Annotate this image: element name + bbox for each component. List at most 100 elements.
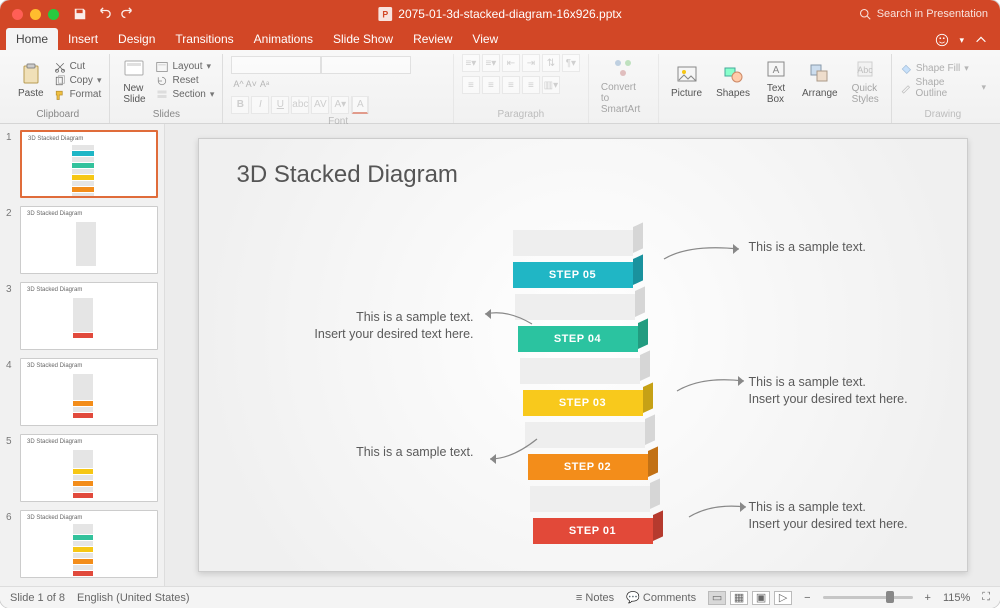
convert-smartart-button[interactable]: Convert to SmartArt — [597, 54, 650, 117]
thumbnail-4[interactable]: 4 3D Stacked Diagram — [6, 358, 158, 426]
normal-view-button[interactable]: ▭ — [708, 591, 726, 605]
ribbon: Paste Cut Copy▾ Format Clipboard New Sli… — [0, 50, 1000, 124]
undo-icon[interactable] — [97, 7, 111, 21]
section-button[interactable]: Section▾ — [156, 89, 214, 101]
quick-styles-button[interactable]: AbcQuick Styles — [848, 55, 883, 107]
smiley-icon[interactable] — [935, 33, 949, 47]
callout-step4[interactable]: This is a sample text. Insert your desir… — [254, 309, 474, 343]
dropdown-icon[interactable]: ▾ — [959, 35, 964, 46]
highlight-button[interactable]: A▾ — [331, 96, 349, 114]
strike-button[interactable]: abc — [291, 96, 309, 114]
group-label-clipboard: Clipboard — [14, 107, 101, 123]
dir-button[interactable]: ¶▾ — [562, 54, 580, 72]
tab-home[interactable]: Home — [6, 28, 58, 50]
textbox-button[interactable]: AText Box — [760, 55, 792, 107]
shapes-button[interactable]: Shapes — [712, 60, 754, 101]
italic-button[interactable]: I — [251, 96, 269, 114]
callout-step1[interactable]: This is a sample text. Insert your desir… — [749, 499, 949, 533]
step-5-block[interactable]: STEP 05 — [513, 262, 633, 288]
slide-title[interactable]: 3D Stacked Diagram — [237, 161, 458, 189]
zoom-slider[interactable] — [823, 596, 913, 599]
arrange-button[interactable]: Arrange — [798, 60, 842, 101]
indent-dec-button[interactable]: ⇤ — [502, 54, 520, 72]
font-family-input[interactable] — [231, 56, 321, 74]
tab-view[interactable]: View — [462, 28, 508, 50]
align-center-button[interactable]: ≡ — [482, 76, 500, 94]
font-color-button[interactable]: A — [351, 96, 369, 114]
minimize-button[interactable] — [30, 9, 41, 20]
zoom-out-button[interactable]: − — [804, 592, 810, 604]
bold-button[interactable]: B — [231, 96, 249, 114]
thumbnail-1[interactable]: 1 3D Stacked Diagram — [6, 130, 158, 198]
format-painter-button[interactable]: Format — [54, 89, 102, 101]
copy-button[interactable]: Copy▾ — [54, 75, 102, 87]
tab-slideshow[interactable]: Slide Show — [323, 28, 403, 50]
reset-button[interactable]: Reset — [156, 75, 214, 87]
zoom-level[interactable]: 115% — [943, 592, 970, 604]
comments-button[interactable]: 💬 Comments — [626, 591, 696, 604]
bullets-button[interactable]: ≡▾ — [462, 54, 480, 72]
font-size-input[interactable] — [321, 56, 411, 74]
notes-button[interactable]: ≡ Notes — [576, 592, 614, 604]
step-4-block[interactable]: STEP 04 — [518, 326, 638, 352]
paste-label: Paste — [18, 88, 44, 99]
collapse-ribbon-icon[interactable] — [974, 33, 988, 47]
slideshow-view-button[interactable]: ▷ — [774, 591, 792, 605]
cut-button[interactable]: Cut — [54, 61, 102, 73]
linesp-button[interactable]: ⇅ — [542, 54, 560, 72]
callout-step5[interactable]: This is a sample text. — [749, 239, 909, 256]
shape-outline-button[interactable]: Shape Outline▾ — [900, 77, 986, 99]
arrange-icon — [808, 62, 832, 86]
new-slide-button[interactable]: New Slide — [118, 55, 150, 107]
indent-inc-button[interactable]: ⇥ — [522, 54, 540, 72]
sorter-view-button[interactable]: ▦ — [730, 591, 748, 605]
copy-icon — [54, 75, 66, 87]
save-icon[interactable] — [73, 7, 87, 21]
picture-button[interactable]: Picture — [667, 60, 706, 101]
search-box[interactable]: Search in Presentation — [859, 8, 988, 20]
search-placeholder: Search in Presentation — [877, 8, 988, 20]
group-paragraph: ≡▾≡▾⇤⇥⇅¶▾ ≡≡≡≡▥▾ Paragraph — [454, 54, 589, 123]
tab-transitions[interactable]: Transitions — [165, 28, 243, 50]
tab-animations[interactable]: Animations — [244, 28, 323, 50]
titlebar: P 2075-01-3d-stacked-diagram-16x926.pptx… — [0, 0, 1000, 28]
redo-icon[interactable] — [121, 7, 135, 21]
underline-button[interactable]: U — [271, 96, 289, 114]
thumbnail-5[interactable]: 5 3D Stacked Diagram — [6, 434, 158, 502]
columns-button[interactable]: ▥▾ — [542, 76, 560, 94]
group-font: A^A˅Aᵃ B I U abc AV A▾ A Font — [223, 54, 454, 123]
thumbnail-2[interactable]: 2 3D Stacked Diagram — [6, 206, 158, 274]
callout-step3[interactable]: This is a sample text. Insert your desir… — [749, 374, 949, 408]
step-1-block[interactable]: STEP 01 — [533, 518, 653, 544]
paste-button[interactable]: Paste — [14, 60, 48, 101]
align-right-button[interactable]: ≡ — [502, 76, 520, 94]
slide-thumbnails-panel[interactable]: 1 3D Stacked Diagram 2 3D Stacked Diagra… — [0, 124, 165, 586]
shape-fill-button[interactable]: Shape Fill▾ — [900, 63, 986, 75]
step-3-block[interactable]: STEP 03 — [523, 390, 643, 416]
stacked-diagram[interactable]: STEP 05 STEP 04 STEP 03 STEP 02 STEP 01 — [513, 230, 653, 550]
slide-editor-area[interactable]: 3D Stacked Diagram STEP 05 STEP 04 STEP … — [165, 124, 1000, 586]
align-left-button[interactable]: ≡ — [462, 76, 480, 94]
zoom-in-button[interactable]: + — [925, 592, 931, 604]
slide-canvas[interactable]: 3D Stacked Diagram STEP 05 STEP 04 STEP … — [198, 138, 968, 572]
zoom-button[interactable] — [48, 9, 59, 20]
numbering-button[interactable]: ≡▾ — [482, 54, 500, 72]
spacing-button[interactable]: AV — [311, 96, 329, 114]
thumbnail-6[interactable]: 6 3D Stacked Diagram — [6, 510, 158, 578]
step-2-block[interactable]: STEP 02 — [528, 454, 648, 480]
reset-icon — [156, 75, 168, 87]
justify-button[interactable]: ≡ — [522, 76, 540, 94]
reading-view-button[interactable]: ▣ — [752, 591, 770, 605]
close-button[interactable] — [12, 9, 23, 20]
layout-button[interactable]: Layout▾ — [156, 61, 214, 73]
language-label[interactable]: English (United States) — [77, 592, 190, 604]
view-mode-buttons: ▭ ▦ ▣ ▷ — [708, 591, 792, 605]
thumbnail-3[interactable]: 3 3D Stacked Diagram — [6, 282, 158, 350]
callout-step2[interactable]: This is a sample text. — [294, 444, 474, 461]
tab-design[interactable]: Design — [108, 28, 165, 50]
tab-insert[interactable]: Insert — [58, 28, 108, 50]
quickstyles-icon: Abc — [853, 57, 877, 81]
group-clipboard: Paste Cut Copy▾ Format Clipboard — [6, 54, 110, 123]
fit-to-window-button[interactable]: ⛶ — [982, 591, 990, 604]
tab-review[interactable]: Review — [403, 28, 462, 50]
